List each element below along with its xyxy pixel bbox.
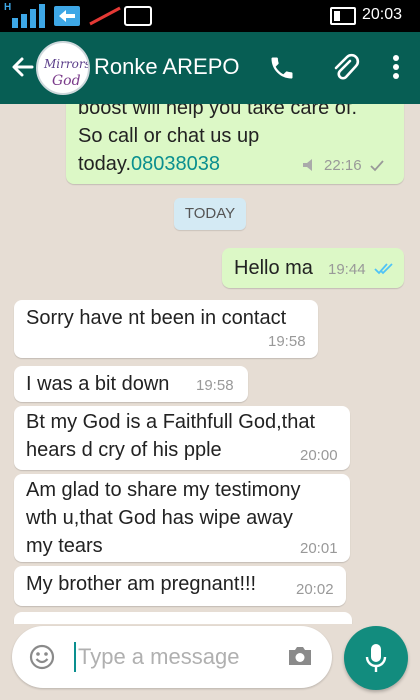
message-incoming[interactable]: I was a bit down 19:58 bbox=[14, 366, 248, 402]
message-incoming[interactable] bbox=[14, 612, 352, 624]
phone-call-icon[interactable] bbox=[268, 54, 296, 82]
microphone-icon bbox=[365, 644, 387, 672]
text-cursor bbox=[74, 642, 76, 672]
message-incoming[interactable]: Am glad to share my testimony wth u,that… bbox=[14, 474, 350, 562]
overflow-menu-icon[interactable] bbox=[386, 52, 406, 82]
message-incoming[interactable]: Bt my God is a Faithfull God,that hears … bbox=[14, 406, 350, 470]
message-text: I was a bit down bbox=[26, 373, 170, 395]
message-time: 20:01 bbox=[300, 540, 338, 557]
message-text: hears d cry of his pple bbox=[26, 439, 222, 461]
voice-record-button[interactable] bbox=[344, 626, 408, 690]
contact-avatar[interactable]: Mirrors God bbox=[36, 41, 90, 95]
date-divider: TODAY bbox=[174, 198, 246, 230]
message-text: today.08038038 bbox=[78, 153, 220, 175]
double-tick-read-icon bbox=[374, 263, 393, 275]
message-text: So call or chat us up bbox=[78, 125, 260, 147]
data-transfer-icon bbox=[54, 6, 80, 26]
message-time: 19:44 bbox=[328, 261, 366, 278]
message-time: 22:16 bbox=[324, 157, 362, 174]
message-text: My brother am pregnant!!! bbox=[26, 573, 257, 595]
message-outgoing[interactable]: boost will help you take care of. So cal… bbox=[66, 104, 404, 184]
message-text: boost will help you take care of. bbox=[78, 104, 358, 119]
message-text: Bt my God is a Faithfull God,that bbox=[26, 411, 316, 433]
phone-link[interactable]: 08038038 bbox=[131, 153, 220, 175]
message-incoming[interactable]: Sorry have nt been in contact 19:58 bbox=[14, 300, 318, 358]
signal-icon bbox=[12, 4, 45, 28]
single-tick-icon bbox=[370, 160, 384, 172]
no-sim-icon bbox=[89, 6, 121, 26]
avatar-text: God bbox=[52, 73, 81, 89]
message-text: Sorry have nt been in contact bbox=[26, 307, 287, 329]
message-time: 19:58 bbox=[196, 377, 234, 394]
avatar-text: Mirrors bbox=[44, 57, 90, 71]
status-bar: H 20:03 bbox=[0, 0, 420, 32]
chat-header: Mirrors God Ronke AREPO bbox=[0, 32, 420, 104]
sim-card-icon bbox=[124, 6, 152, 26]
message-incoming[interactable]: My brother am pregnant!!! 20:02 bbox=[14, 566, 346, 606]
message-text: Hello ma bbox=[234, 257, 313, 279]
emoji-icon[interactable] bbox=[28, 643, 56, 671]
message-composer: Type a message bbox=[12, 626, 332, 688]
message-outgoing[interactable]: Hello ma 19:44 bbox=[222, 248, 404, 288]
message-list[interactable]: boost will help you take care of. So cal… bbox=[0, 104, 420, 624]
status-time: 20:03 bbox=[362, 6, 403, 23]
speaker-icon bbox=[303, 159, 312, 171]
message-text: my tears bbox=[26, 535, 103, 557]
contact-name[interactable]: Ronke AREPO bbox=[94, 54, 240, 80]
camera-icon[interactable] bbox=[286, 644, 314, 668]
message-time: 19:58 bbox=[268, 333, 306, 350]
message-input[interactable]: Type a message bbox=[78, 644, 239, 670]
message-text: wth u,that God has wipe away bbox=[26, 507, 293, 529]
attachment-icon[interactable] bbox=[330, 52, 360, 82]
message-time: 20:00 bbox=[300, 447, 338, 464]
message-time: 20:02 bbox=[296, 581, 334, 598]
back-arrow-icon[interactable] bbox=[8, 54, 36, 82]
battery-icon bbox=[330, 7, 356, 25]
message-text: Am glad to share my testimony bbox=[26, 479, 301, 501]
